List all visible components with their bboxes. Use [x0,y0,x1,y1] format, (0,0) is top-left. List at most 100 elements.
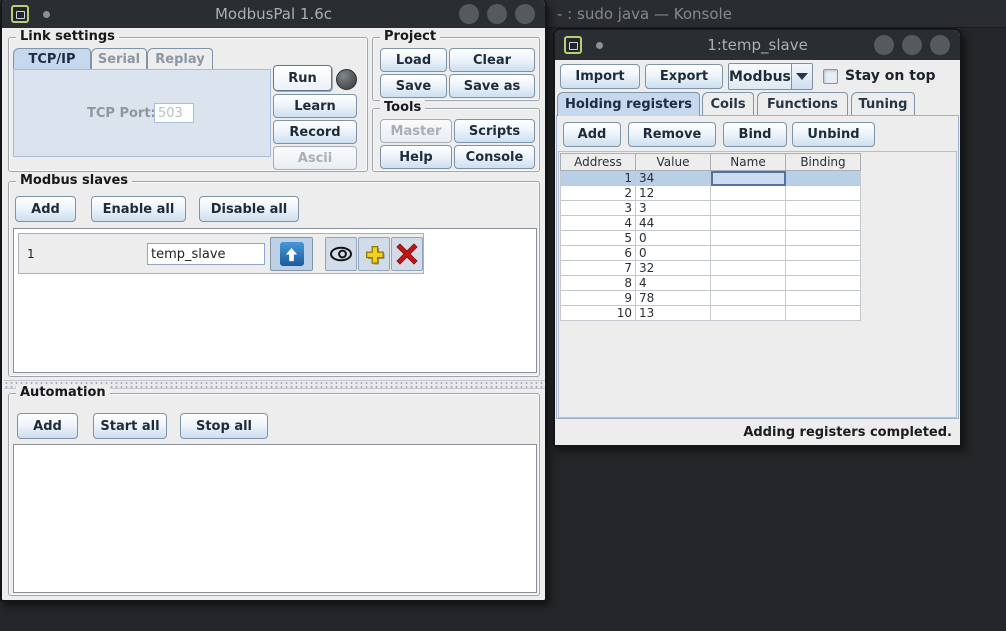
register-unbind-button[interactable]: Unbind [792,122,875,147]
table-row[interactable]: 9 78 [561,291,861,306]
stay-on-top-checkbox[interactable] [823,69,838,84]
cell-binding[interactable] [786,201,861,216]
slave-view-button[interactable] [325,237,357,271]
titlebar-circle-button[interactable] [459,4,479,24]
cell-name[interactable] [711,246,786,261]
tab-tcpip[interactable]: TCP/IP [13,48,91,69]
table-row[interactable]: 6 0 [561,246,861,261]
cell-binding[interactable] [786,306,861,321]
import-button[interactable]: Import [560,64,640,89]
cell-binding[interactable] [786,291,861,306]
console-button[interactable]: Console [454,145,535,169]
slave-duplicate-button[interactable] [358,237,390,271]
cell-name[interactable] [711,276,786,291]
stop-all-button[interactable]: Stop all [180,413,268,439]
cell-address[interactable]: 10 [561,306,636,321]
col-header-binding[interactable]: Binding [786,154,861,171]
save-as-button[interactable]: Save as [449,74,535,98]
tab-functions[interactable]: Functions [757,92,848,116]
slave-row[interactable]: 1 temp_slave [18,233,424,274]
load-button[interactable]: Load [380,48,447,72]
cell-value[interactable]: 0 [636,231,711,246]
register-table-viewport[interactable]: Address Value Name Binding 1 34 2 12 [558,151,957,418]
cell-name[interactable] [711,171,786,186]
titlebar-circle-button[interactable] [874,35,894,55]
start-all-button[interactable]: Start all [93,413,167,439]
cell-name[interactable] [711,201,786,216]
cell-name[interactable] [711,186,786,201]
cell-address[interactable]: 7 [561,261,636,276]
slave-name-field[interactable]: temp_slave [147,243,265,265]
table-row[interactable]: 5 0 [561,231,861,246]
tab-serial[interactable]: Serial [91,48,147,69]
cell-binding[interactable] [786,171,861,186]
cell-binding[interactable] [786,276,861,291]
cell-name[interactable] [711,216,786,231]
cell-value[interactable]: 13 [636,306,711,321]
tcp-port-field[interactable]: 503 [154,103,194,123]
slave-add-button[interactable]: Add [15,196,76,222]
cell-binding[interactable] [786,186,861,201]
cell-address[interactable]: 2 [561,186,636,201]
mode-select[interactable]: Modbus [728,63,813,90]
cell-value[interactable]: 4 [636,276,711,291]
cell-address[interactable]: 4 [561,216,636,231]
tab-holding-registers[interactable]: Holding registers [557,92,700,116]
titlebar-circle-button[interactable] [902,35,922,55]
cell-address[interactable]: 9 [561,291,636,306]
slave-enable-button[interactable] [270,237,313,271]
cell-value[interactable]: 12 [636,186,711,201]
konsole-titlebar[interactable]: - : sudo java — Konsole [547,0,1006,28]
cell-value[interactable]: 3 [636,201,711,216]
cell-binding[interactable] [786,216,861,231]
tab-tuning[interactable]: Tuning [851,92,915,116]
col-header-address[interactable]: Address [561,154,636,171]
titlebar-circle-button[interactable] [930,35,950,55]
cell-binding[interactable] [786,231,861,246]
automation-add-button[interactable]: Add [17,413,78,439]
register-remove-button[interactable]: Remove [628,122,716,147]
col-header-name[interactable]: Name [711,154,786,171]
export-button[interactable]: Export [645,64,723,89]
table-row[interactable]: 4 44 [561,216,861,231]
ascii-button[interactable]: Ascii [273,146,357,170]
titlebar-circle-button[interactable] [515,4,535,24]
cell-address[interactable]: 1 [561,171,636,186]
cell-value[interactable]: 32 [636,261,711,276]
table-row[interactable]: 8 4 [561,276,861,291]
slave-editor-titlebar[interactable]: 1:temp_slave [555,30,960,60]
cell-value[interactable]: 34 [636,171,711,186]
cell-address[interactable]: 8 [561,276,636,291]
learn-button[interactable]: Learn [273,94,357,118]
cell-address[interactable]: 6 [561,246,636,261]
cell-binding[interactable] [786,261,861,276]
save-button[interactable]: Save [380,74,447,98]
run-button[interactable]: Run [273,65,332,91]
scripts-button[interactable]: Scripts [454,119,535,143]
cell-value[interactable]: 0 [636,246,711,261]
tab-coils[interactable]: Coils [702,92,754,116]
cell-name[interactable] [711,306,786,321]
cell-name[interactable] [711,291,786,306]
enable-all-button[interactable]: Enable all [91,196,186,222]
cell-address[interactable]: 5 [561,231,636,246]
record-button[interactable]: Record [273,120,357,144]
modbuspal-titlebar[interactable]: ModbusPal 1.6c [2,0,545,28]
help-button[interactable]: Help [380,145,452,169]
clear-button[interactable]: Clear [449,48,535,72]
table-row[interactable]: 2 12 [561,186,861,201]
table-row[interactable]: 7 32 [561,261,861,276]
chevron-down-icon[interactable] [791,64,812,89]
cell-address[interactable]: 3 [561,201,636,216]
cell-name[interactable] [711,261,786,276]
table-row[interactable]: 10 13 [561,306,861,321]
master-button[interactable]: Master [380,119,452,143]
disable-all-button[interactable]: Disable all [199,196,299,222]
tab-replay[interactable]: Replay [147,48,213,69]
cell-value[interactable]: 44 [636,216,711,231]
register-bind-button[interactable]: Bind [723,122,787,147]
col-header-value[interactable]: Value [636,154,711,171]
register-add-button[interactable]: Add [563,122,621,147]
slave-delete-button[interactable] [391,237,423,271]
table-row[interactable]: 1 34 [561,171,861,186]
